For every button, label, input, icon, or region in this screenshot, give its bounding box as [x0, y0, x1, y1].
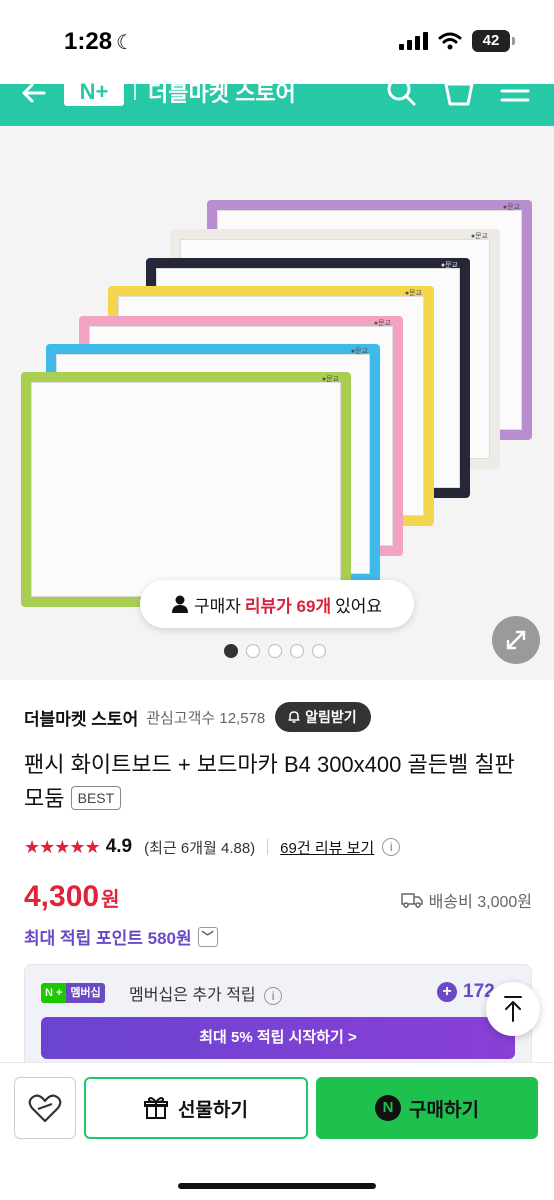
best-badge: BEST — [70, 786, 122, 810]
header-store-title[interactable]: 더블마켓 스토어 — [148, 76, 296, 108]
status-time: 1:28 ☾ — [64, 28, 134, 55]
bottom-action-bar: 선물하기 N 구매하기 — [0, 1062, 554, 1200]
truck-icon — [400, 893, 423, 908]
max-points[interactable]: 최대 적립 포인트 580원 ﹀ — [24, 924, 218, 949]
naver-pay-icon: N — [375, 1095, 402, 1121]
signal-icon — [399, 32, 428, 50]
review-pill-suffix: 있어요 — [335, 596, 383, 616]
gallery-dot[interactable] — [312, 644, 326, 658]
review-pill-prefix: 구매자 — [193, 596, 241, 616]
expand-image-button[interactable] — [492, 616, 540, 664]
store-fan-count: 관심고객수 12,578 — [146, 709, 266, 727]
naver-membership-logo: N + 멤버십 — [41, 983, 105, 1003]
naver-plus-logo[interactable]: N+ — [64, 78, 124, 106]
gallery-pagination — [224, 644, 326, 658]
rating-stars: ★★★★★ — [24, 836, 101, 857]
whiteboard-green: ●문교 — [21, 372, 351, 607]
expand-arrows-icon — [506, 630, 526, 650]
cart-icon[interactable] — [442, 76, 476, 106]
rating-row: ★★★★★ 4.9 (최근 6개월 4.88) 69건 리뷰 보기 i — [24, 836, 401, 858]
rating-value: 4.9 — [105, 836, 133, 857]
status-icons: 42 — [399, 30, 515, 52]
gallery-dot[interactable] — [246, 644, 260, 658]
status-bar: 1:28 ☾ 42 — [0, 0, 554, 84]
gift-icon — [144, 1097, 169, 1119]
bell-plus-icon — [288, 711, 300, 723]
product-price: 4,300 원 — [24, 880, 120, 913]
review-count-pill[interactable]: 구매자 리뷰가 69개 있어요 — [140, 580, 414, 628]
menu-icon[interactable] — [498, 76, 532, 106]
moon-icon: ☾ — [116, 32, 134, 54]
membership-text: 멤버십은 추가 적립 i — [129, 981, 283, 1005]
chevron-down-icon[interactable]: ﹀ — [197, 926, 218, 947]
review-list-link[interactable]: 69건 리뷰 보기 — [280, 837, 374, 858]
membership-card: N + 멤버십 멤버십은 추가 적립 i +172 최대 5% 적립 시작하기 > — [24, 964, 532, 1070]
info-icon[interactable]: i — [382, 838, 401, 856]
product-title: 팬시 화이트보드 + 보드마카 B4 300x400 골든벨 칠판 모둠 BES… — [24, 748, 534, 816]
wifi-icon — [438, 32, 462, 50]
store-row: 더블마켓 스토어 관심고객수 12,578 알림받기 — [24, 702, 371, 732]
arrow-up-icon — [504, 996, 522, 1022]
gallery-dot[interactable] — [268, 644, 282, 658]
gallery-dot[interactable] — [224, 644, 238, 658]
store-name-link[interactable]: 더블마켓 스토어 — [24, 705, 138, 730]
back-arrow-icon[interactable] — [18, 78, 50, 108]
search-icon[interactable] — [384, 76, 418, 106]
plus-circle-icon: + — [437, 982, 457, 1002]
app-header: N+ 더블마켓 스토어 — [0, 77, 554, 126]
rating-divider — [267, 839, 269, 855]
membership-extra-points: +172 — [437, 981, 495, 1003]
recent-rating: (최근 6개월 4.88) — [144, 839, 256, 857]
membership-start-button[interactable]: 최대 5% 적립 시작하기 > — [41, 1017, 515, 1059]
scroll-to-top-button[interactable] — [486, 982, 540, 1036]
person-icon — [171, 595, 188, 613]
buy-button[interactable]: N 구매하기 — [316, 1077, 538, 1139]
notification-subscribe-button[interactable]: 알림받기 — [275, 702, 371, 732]
wishlist-button[interactable] — [14, 1077, 76, 1139]
heart-icon — [28, 1094, 62, 1123]
info-icon[interactable]: i — [264, 987, 283, 1005]
shipping-fee[interactable]: 배송비 3,000원 — [400, 888, 532, 912]
home-indicator — [178, 1183, 376, 1189]
battery-indicator: 42 — [472, 30, 515, 52]
review-pill-highlight: 리뷰가 69개 — [244, 596, 332, 616]
gallery-dot[interactable] — [290, 644, 304, 658]
gift-button[interactable]: 선물하기 — [84, 1077, 308, 1139]
header-divider — [134, 82, 136, 100]
